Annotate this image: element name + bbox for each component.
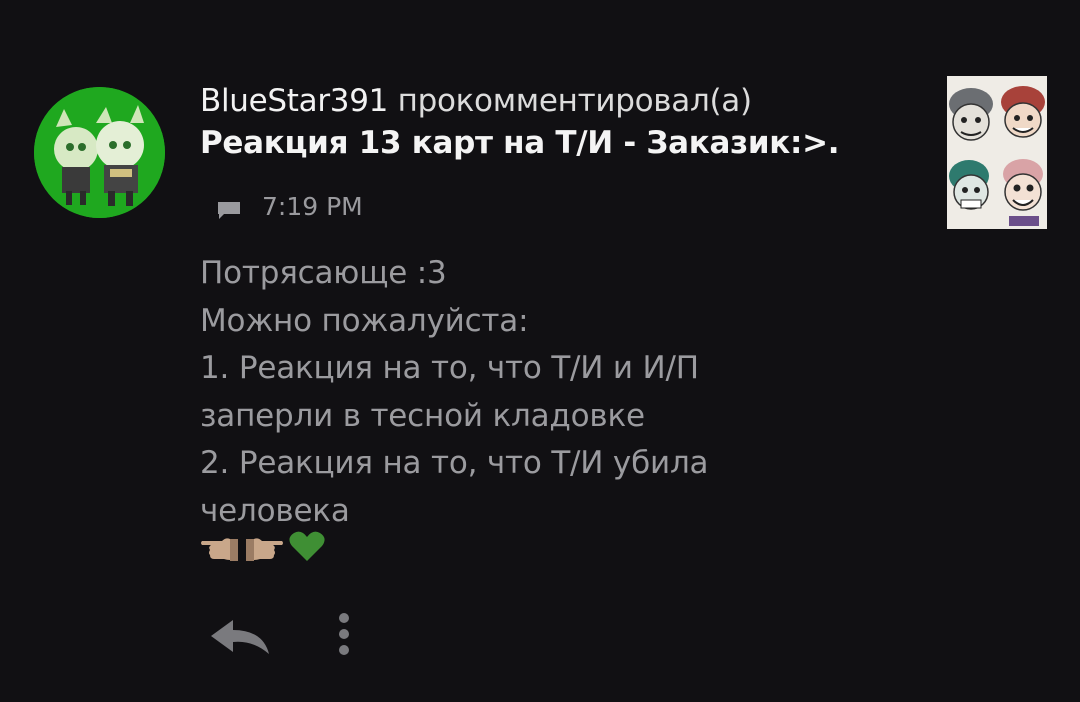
comment-line: заперли в тесной кладовке [200,397,645,434]
comment-icon [218,201,240,219]
avatar-art-icon [34,87,165,218]
comment-notification[interactable]: BlueStar391 прокомментировал(а) Реакция … [0,0,1080,702]
vertical-dots-icon [339,613,349,655]
user-avatar[interactable] [34,87,165,218]
green-heart-icon [289,531,325,561]
reply-arrow-icon [211,620,269,654]
comment-body: Потрясающе :3 Можно пожалуйста: 1. Реакц… [200,250,900,535]
comment-line: 1. Реакция на то, что Т/И и И/П [200,350,699,386]
post-title[interactable]: Реакция 13 карт на Т/И - Заказик:>. [200,122,920,164]
username[interactable]: BlueStar391 [200,83,388,119]
comment-line: Потрясающе :3 [200,255,447,291]
pointing-left-hand-icon [201,538,238,561]
reply-button[interactable] [205,612,275,660]
post-thumbnail-art-icon [947,76,1047,229]
comment-line: 2. Реакция на то, что Т/И убила [200,445,709,481]
notification-header[interactable]: BlueStar391 прокомментировал(а) Реакция … [200,80,920,164]
pointing-right-hand-icon [246,538,283,561]
post-thumbnail[interactable] [947,76,1047,229]
more-options-button[interactable] [330,608,358,664]
timestamp: 7:19 PM [262,192,363,221]
comment-line: Можно пожалуйста: [200,302,529,339]
notification-meta: 7:19 PM [216,192,363,221]
emoji-row [200,526,326,566]
action-text: прокомментировал(а) [397,83,752,119]
